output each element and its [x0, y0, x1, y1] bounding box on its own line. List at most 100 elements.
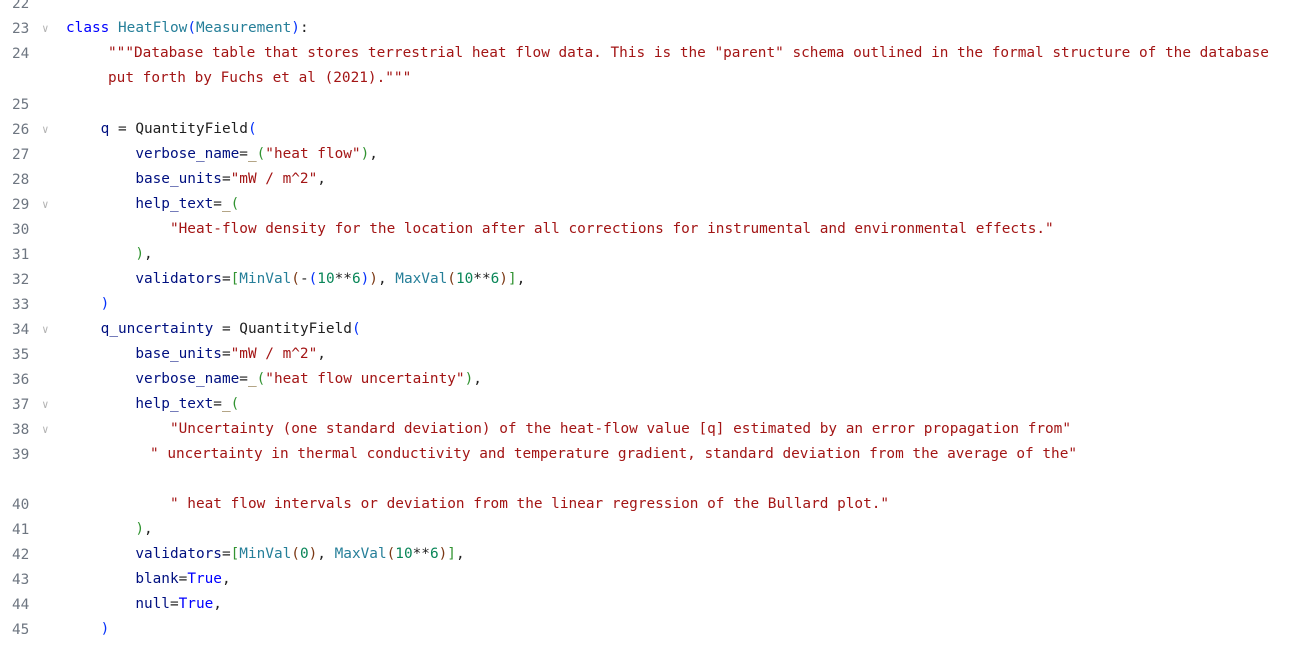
gutter: 45: [0, 617, 60, 643]
line-number: 39: [12, 447, 30, 463]
line-number: 41: [12, 522, 30, 538]
class-name: MinVal: [239, 271, 292, 287]
gutter: 29 ∨: [0, 192, 60, 218]
gutter: 34 ∨: [0, 317, 60, 343]
number-literal: 6: [429, 546, 439, 562]
line-number: 29: [12, 197, 30, 213]
function-name: _: [221, 396, 231, 412]
string-literal: "mW / m^2": [230, 171, 318, 187]
gutter: 38 ∨: [0, 417, 60, 443]
code-text[interactable]: validators=[MinVal(0), MaxVal(10**6)],: [66, 542, 1298, 567]
parameter: help_text: [135, 196, 214, 212]
code-text[interactable]: " heat flow intervals or deviation from …: [66, 492, 1298, 517]
class-name: MaxVal: [395, 271, 448, 287]
code-line[interactable]: 31 ),: [0, 242, 1304, 268]
code-text[interactable]: validators=[MinVal(-(10**6)), MaxVal(10*…: [66, 267, 1298, 292]
code-line[interactable]: 42 validators=[MinVal(0), MaxVal(10**6)]…: [0, 542, 1304, 568]
code-editor[interactable]: 22 23 ∨ class HeatFlow(Measurement): 24 …: [0, 0, 1304, 669]
code-line[interactable]: 29 ∨ help_text=_(: [0, 192, 1304, 218]
line-number: 37: [12, 397, 30, 413]
fold-chevron-icon[interactable]: ∨: [42, 16, 49, 42]
gutter: 41: [0, 517, 60, 543]
fold-chevron-icon[interactable]: ∨: [42, 192, 49, 218]
code-text[interactable]: ): [66, 292, 1298, 317]
line-number: 26: [12, 122, 30, 138]
code-line[interactable]: 35 base_units="mW / m^2",: [0, 342, 1304, 368]
code-line[interactable]: 41 ),: [0, 517, 1304, 543]
code-line[interactable]: 39 " uncertainty in thermal conductivity…: [0, 442, 1304, 492]
code-text[interactable]: ),: [66, 242, 1298, 267]
code-text[interactable]: "Heat-flow density for the location afte…: [66, 217, 1298, 242]
code-line[interactable]: 32 validators=[MinVal(-(10**6)), MaxVal(…: [0, 267, 1304, 293]
gutter: 39: [0, 442, 60, 468]
code-text[interactable]: " uncertainty in thermal conductivity an…: [66, 442, 1298, 467]
line-number: 22: [12, 0, 30, 12]
class-name: HeatFlow: [118, 20, 188, 36]
code-text[interactable]: q = QuantityField(: [66, 117, 1298, 142]
line-number: 31: [12, 247, 30, 263]
code-text[interactable]: ): [66, 617, 1298, 642]
code-line[interactable]: 25: [0, 92, 1304, 118]
gutter: 25: [0, 92, 60, 118]
code-text[interactable]: null=True,: [66, 592, 1298, 617]
code-line[interactable]: 23 ∨ class HeatFlow(Measurement):: [0, 16, 1304, 42]
keyword: True: [187, 571, 222, 587]
code-line[interactable]: 38 ∨ "Uncertainty (one standard deviatio…: [0, 417, 1304, 443]
code-text[interactable]: """Database table that stores terrestria…: [66, 41, 1298, 91]
gutter: 44: [0, 592, 60, 618]
code-text[interactable]: "Uncertainty (one standard deviation) of…: [66, 417, 1298, 442]
code-line[interactable]: 34 ∨ q_uncertainty = QuantityField(: [0, 317, 1304, 343]
line-number: 24: [12, 46, 30, 62]
fold-chevron-icon[interactable]: ∨: [42, 417, 49, 443]
code-text[interactable]: blank=True,: [66, 567, 1298, 592]
number-literal: 10: [455, 271, 474, 287]
code-text[interactable]: help_text=_(: [66, 392, 1298, 417]
gutter: 40: [0, 492, 60, 518]
gutter: 42: [0, 542, 60, 568]
code-line[interactable]: 26 ∨ q = QuantityField(: [0, 117, 1304, 143]
identifier: QuantityField: [239, 321, 352, 337]
string-literal: "Heat-flow density for the location afte…: [169, 221, 1054, 237]
line-number: 23: [12, 21, 30, 37]
code-line[interactable]: 28 base_units="mW / m^2",: [0, 167, 1304, 193]
fold-chevron-icon[interactable]: ∨: [42, 317, 49, 343]
line-number: 40: [12, 497, 30, 513]
code-line[interactable]: 33 ): [0, 292, 1304, 318]
code-text[interactable]: class HeatFlow(Measurement):: [66, 16, 1298, 41]
code-line[interactable]: 30 "Heat-flow density for the location a…: [0, 217, 1304, 243]
gutter: 36: [0, 367, 60, 393]
code-line[interactable]: 44 null=True,: [0, 592, 1304, 618]
gutter: 43: [0, 567, 60, 593]
code-line[interactable]: 37 ∨ help_text=_(: [0, 392, 1304, 418]
code-line[interactable]: 43 blank=True,: [0, 567, 1304, 593]
gutter: 31: [0, 242, 60, 268]
code-text[interactable]: q_uncertainty = QuantityField(: [66, 317, 1298, 342]
code-line[interactable]: 24 """Database table that stores terrest…: [0, 41, 1304, 91]
line-number: 38: [12, 422, 30, 438]
gutter: 37 ∨: [0, 392, 60, 418]
code-line[interactable]: 22: [0, 0, 1304, 17]
code-line[interactable]: 40 " heat flow intervals or deviation fr…: [0, 492, 1304, 518]
line-number: 32: [12, 272, 30, 288]
gutter: 28: [0, 167, 60, 193]
code-line[interactable]: 45 ): [0, 617, 1304, 643]
line-number: 34: [12, 322, 30, 338]
code-line[interactable]: 27 verbose_name=_("heat flow"),: [0, 142, 1304, 168]
fold-chevron-icon[interactable]: ∨: [42, 392, 49, 418]
parameter: blank: [135, 571, 179, 587]
parameter: validators: [135, 271, 222, 287]
code-line[interactable]: 36 verbose_name=_("heat flow uncertainty…: [0, 367, 1304, 393]
code-text[interactable]: base_units="mW / m^2",: [66, 342, 1298, 367]
fold-chevron-icon[interactable]: ∨: [42, 117, 49, 143]
line-number: 45: [12, 622, 30, 638]
keyword: True: [178, 596, 214, 612]
code-text[interactable]: help_text=_(: [66, 192, 1298, 217]
parameter: help_text: [135, 396, 214, 412]
code-text[interactable]: base_units="mW / m^2",: [66, 167, 1298, 192]
code-text[interactable]: ),: [66, 517, 1298, 542]
identifier: q: [100, 121, 110, 137]
code-text[interactable]: verbose_name=_("heat flow"),: [66, 142, 1298, 167]
gutter: 27: [0, 142, 60, 168]
code-text[interactable]: verbose_name=_("heat flow uncertainty"),: [66, 367, 1298, 392]
line-number: 43: [12, 572, 30, 588]
